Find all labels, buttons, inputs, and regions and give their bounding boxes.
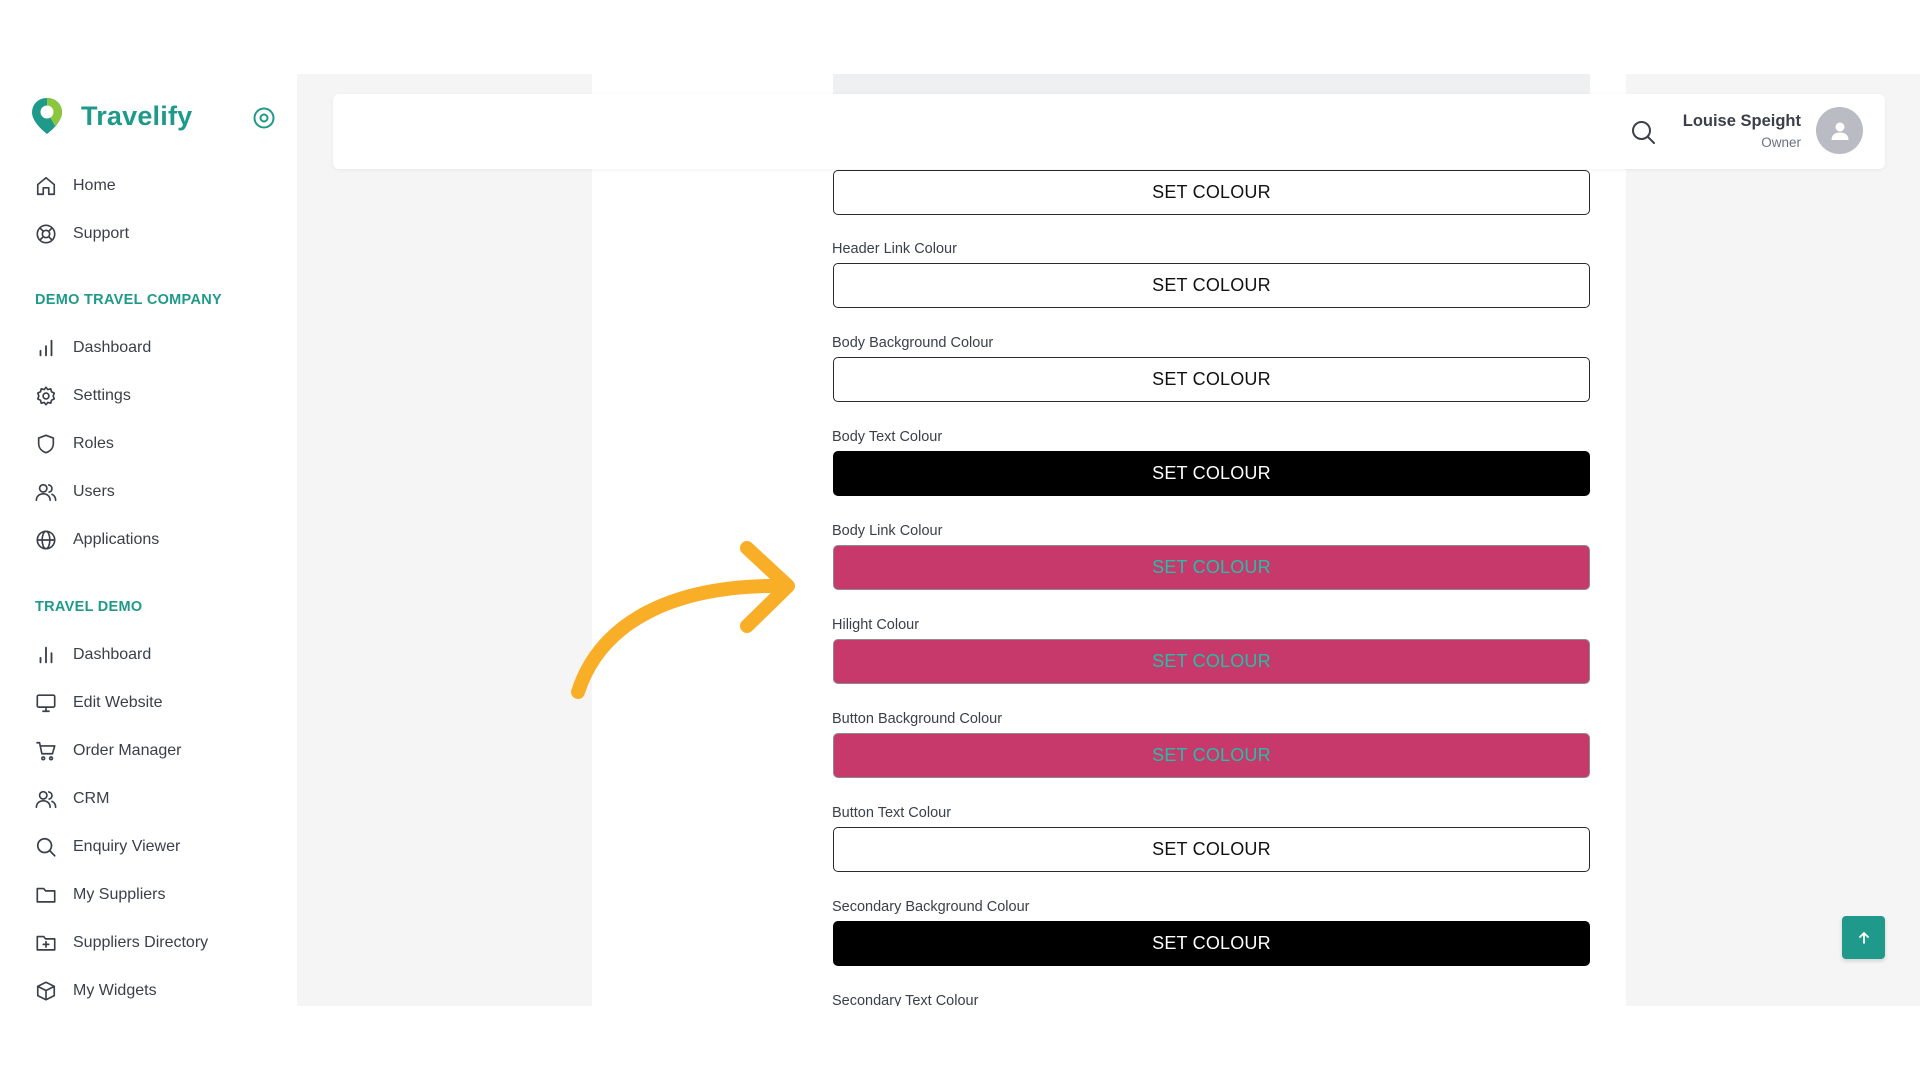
sidebar-section-title: TRAVEL DEMO [35,599,143,615]
sidebar-item-label: CRM [73,790,110,807]
sidebar-section-title: DEMO TRAVEL COMPANY [35,292,222,308]
sidebar-item-suppliers-directory[interactable]: Suppliers Directory [33,928,208,958]
folder-icon [33,882,59,908]
set-secondary-background-colour-button[interactable]: SET COLOUR [833,921,1590,966]
globe-icon [33,527,59,553]
sidebar: Travelify Home Support DEMO TRAVEL COMPA… [0,74,297,1006]
field-label-button-text-colour: Button Text Colour [832,805,952,821]
panel-top-strip [833,74,1590,96]
search-icon [33,834,59,860]
sidebar-item-settings[interactable]: Settings [33,381,131,411]
field-label-body-text-colour: Body Text Colour [832,429,943,445]
sidebar-item-applications[interactable]: Applications [33,525,159,555]
cart-icon [33,738,59,764]
topbar: Louise Speight Owner [333,94,1885,169]
users-icon [33,786,59,812]
set-body-background-colour-button[interactable]: SET COLOUR [833,357,1590,402]
field-label-button-background-colour: Button Background Colour [832,711,1003,727]
set-body-link-colour-button[interactable]: SET COLOUR [833,545,1590,590]
user-role: Owner [1761,135,1801,150]
app-frame: Travelify Home Support DEMO TRAVEL COMPA… [0,74,1920,1006]
set-body-text-colour-button[interactable]: SET COLOUR [833,451,1590,496]
box-icon [33,978,59,1004]
user-icon [1831,122,1848,140]
home-icon [33,173,59,199]
sidebar-item-label: Roles [73,435,114,452]
sidebar-item-label: Enquiry Viewer [73,838,181,855]
user-name[interactable]: Louise Speight [1683,112,1801,131]
sidebar-item-label: Support [73,225,130,242]
sidebar-item-label: Home [73,177,116,194]
arrow-up-icon [1858,931,1869,944]
users-icon [33,479,59,505]
folder-plus-icon [33,930,59,956]
location-pin-logo-icon [32,98,62,134]
annotation-arrow-icon [571,541,795,699]
bar-chart-icon [33,335,59,361]
sidebar-item-users[interactable]: Users [33,477,115,507]
sidebar-item-crm[interactable]: CRM [33,784,109,814]
sidebar-item-dashboard-2[interactable]: Dashboard [33,640,151,670]
sidebar-item-roles[interactable]: Roles [33,429,114,459]
sidebar-item-dashboard[interactable]: Dashboard [33,333,151,363]
sidebar-item-my-widgets[interactable]: My Widgets [33,976,157,1006]
lifebuoy-icon [33,221,59,247]
sidebar-item-order-manager[interactable]: Order Manager [33,736,182,766]
set-colour-button[interactable]: SET COLOUR [833,170,1590,215]
set-button-text-colour-button[interactable]: SET COLOUR [833,827,1590,872]
set-button-background-colour-button[interactable]: SET COLOUR [833,733,1590,778]
sidebar-item-label: Applications [73,531,160,548]
search-icon[interactable] [1629,118,1657,146]
avatar[interactable] [1816,107,1863,154]
field-label-header-link-colour: Header Link Colour [832,241,957,257]
app-name: Travelify [81,100,193,131]
sidebar-item-label: My Widgets [73,982,157,999]
sidebar-item-edit-website[interactable]: Edit Website [33,688,163,718]
bar-chart-icon [33,642,59,668]
sidebar-item-label: Users [73,483,115,500]
field-label-body-background-colour: Body Background Colour [832,335,994,351]
sidebar-item-label: My Suppliers [73,886,166,903]
sidebar-item-label: Settings [73,387,131,404]
sidebar-toggle-icon[interactable] [252,106,276,130]
sidebar-item-label: Dashboard [73,646,152,663]
set-hilight-colour-button[interactable]: SET COLOUR [833,639,1590,684]
sidebar-item-label: Suppliers Directory [73,934,209,951]
sidebar-item-label: Edit Website [73,694,163,711]
sidebar-item-home[interactable]: Home [33,171,116,201]
sidebar-item-label: Dashboard [73,339,152,356]
logo[interactable]: Travelify [30,96,192,136]
scroll-to-top-button[interactable] [1842,916,1885,959]
field-label-secondary-text-colour: Secondary Text Colour [832,993,979,1006]
gear-icon [33,383,59,409]
field-label-hilight-colour: Hilight Colour [832,617,920,633]
field-label-secondary-background-colour: Secondary Background Colour [832,899,1030,915]
sidebar-item-my-suppliers[interactable]: My Suppliers [33,880,165,910]
set-header-link-colour-button[interactable]: SET COLOUR [833,263,1590,308]
sidebar-item-enquiry-viewer[interactable]: Enquiry Viewer [33,832,180,862]
monitor-icon [33,690,59,716]
sidebar-item-label: Order Manager [73,742,182,759]
shield-icon [33,431,59,457]
field-label-body-link-colour: Body Link Colour [832,523,943,539]
sidebar-item-support[interactable]: Support [33,219,129,249]
